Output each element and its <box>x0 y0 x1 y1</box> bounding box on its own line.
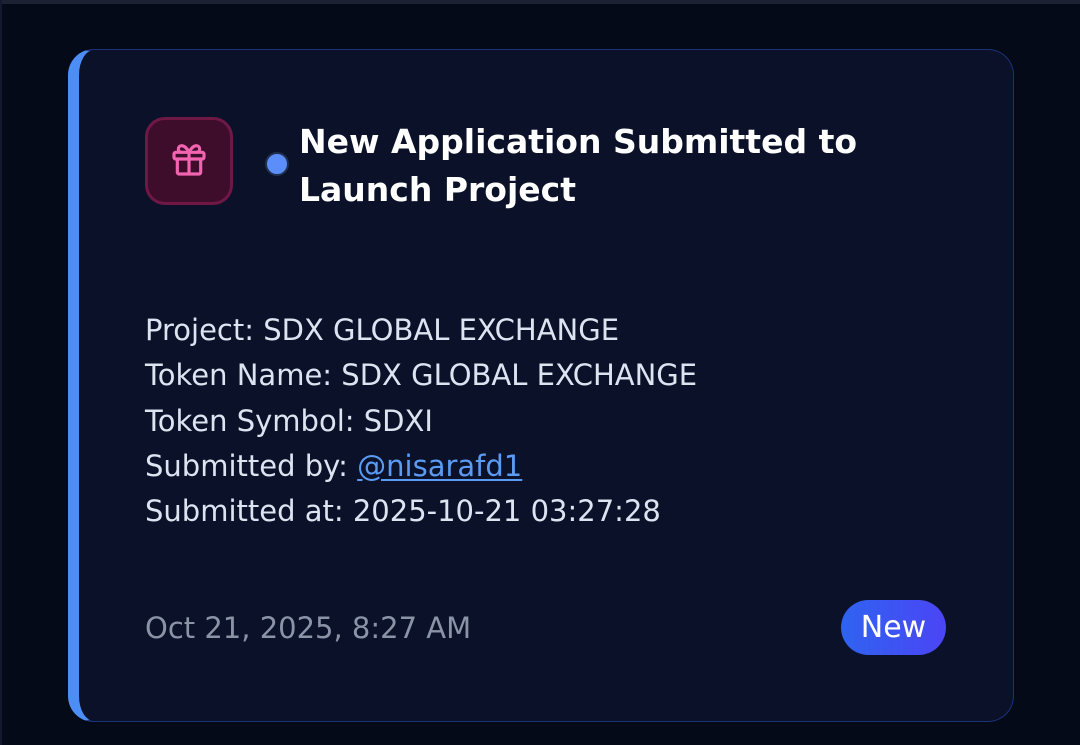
detail-submitted-at: Submitted at: 2025-10-21 03:27:28 <box>145 489 905 534</box>
token-name-label: Token Name: <box>145 358 333 393</box>
detail-submitted-by: Submitted by: @nisarafd1 <box>145 444 905 489</box>
token-symbol-value: SDXI <box>363 403 433 438</box>
unread-indicator-dot <box>265 152 289 176</box>
notification-title: New Application Submitted to Launch Proj… <box>299 122 858 209</box>
submitted-at-label: Submitted at: <box>145 494 344 529</box>
detail-project: Project: SDX GLOBAL EXCHANGE <box>145 308 905 353</box>
submitted-at-value: 2025-10-21 03:27:28 <box>352 494 661 529</box>
detail-token-name: Token Name: SDX GLOBAL EXCHANGE <box>145 353 905 398</box>
token-symbol-label: Token Symbol: <box>145 403 355 438</box>
submitted-by-label: Submitted by: <box>145 448 348 483</box>
gift-icon <box>169 139 209 183</box>
top-divider <box>0 0 1080 4</box>
project-label: Project: <box>145 313 254 347</box>
notification-card[interactable]: New Application Submitted to Launch Proj… <box>68 49 1014 722</box>
left-divider <box>0 0 2 745</box>
token-name-value: SDX GLOBAL EXCHANGE <box>341 358 698 393</box>
project-value: SDX GLOBAL EXCHANGE <box>263 313 620 347</box>
notification-icon-container <box>145 117 233 205</box>
notification-details: Project: SDX GLOBAL EXCHANGE Token Name:… <box>145 308 905 534</box>
submitter-username-link[interactable]: @nisarafd1 <box>357 449 522 483</box>
notification-timestamp: Oct 21, 2025, 8:27 AM <box>145 611 472 645</box>
detail-token-symbol: Token Symbol: SDXI <box>145 399 905 444</box>
new-status-badge: New <box>841 600 946 655</box>
